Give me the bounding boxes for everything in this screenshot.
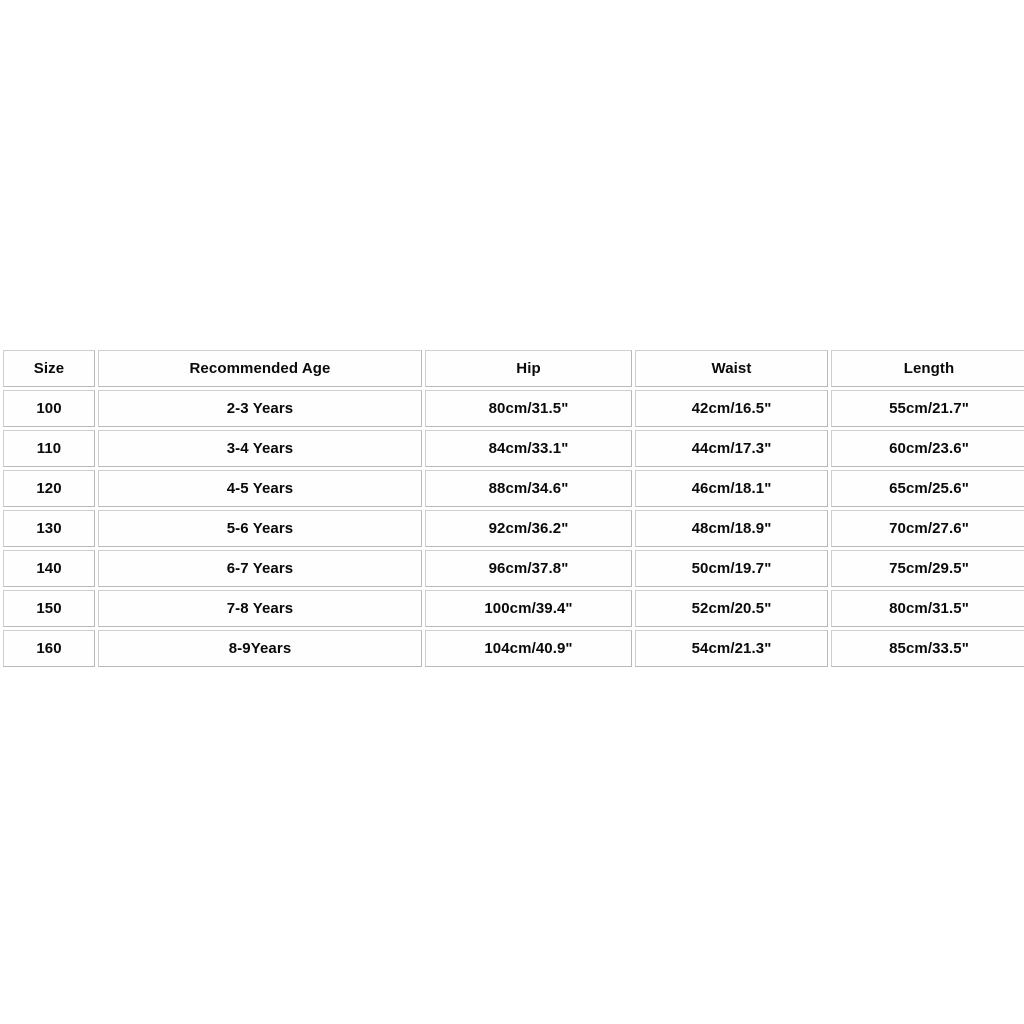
cell-length: 85cm/33.5": [831, 630, 1024, 667]
cell-recommended-age: 3-4 Years: [98, 430, 422, 467]
table-body: 100 2-3 Years 80cm/31.5" 42cm/16.5" 55cm…: [3, 390, 1024, 667]
table-header: Size Recommended Age Hip Waist Length: [3, 350, 1024, 387]
cell-size: 130: [3, 510, 95, 547]
table-row: 130 5-6 Years 92cm/36.2" 48cm/18.9" 70cm…: [3, 510, 1024, 547]
cell-recommended-age: 6-7 Years: [98, 550, 422, 587]
size-chart-container: Size Recommended Age Hip Waist Length 10…: [0, 347, 1024, 670]
cell-size: 100: [3, 390, 95, 427]
table-row: 100 2-3 Years 80cm/31.5" 42cm/16.5" 55cm…: [3, 390, 1024, 427]
cell-hip: 80cm/31.5": [425, 390, 632, 427]
cell-size: 110: [3, 430, 95, 467]
column-header-recommended-age: Recommended Age: [98, 350, 422, 387]
cell-recommended-age: 7-8 Years: [98, 590, 422, 627]
table-row: 160 8-9Years 104cm/40.9" 54cm/21.3" 85cm…: [3, 630, 1024, 667]
table-row: 110 3-4 Years 84cm/33.1" 44cm/17.3" 60cm…: [3, 430, 1024, 467]
page-canvas: Size Recommended Age Hip Waist Length 10…: [0, 0, 1024, 1024]
cell-hip: 84cm/33.1": [425, 430, 632, 467]
table-row: 150 7-8 Years 100cm/39.4" 52cm/20.5" 80c…: [3, 590, 1024, 627]
cell-size: 140: [3, 550, 95, 587]
cell-hip: 96cm/37.8": [425, 550, 632, 587]
cell-hip: 92cm/36.2": [425, 510, 632, 547]
cell-recommended-age: 5-6 Years: [98, 510, 422, 547]
cell-waist: 46cm/18.1": [635, 470, 828, 507]
column-header-hip: Hip: [425, 350, 632, 387]
table-row: 140 6-7 Years 96cm/37.8" 50cm/19.7" 75cm…: [3, 550, 1024, 587]
column-header-waist: Waist: [635, 350, 828, 387]
cell-waist: 52cm/20.5": [635, 590, 828, 627]
cell-hip: 104cm/40.9": [425, 630, 632, 667]
cell-length: 75cm/29.5": [831, 550, 1024, 587]
cell-length: 80cm/31.5": [831, 590, 1024, 627]
cell-length: 55cm/21.7": [831, 390, 1024, 427]
cell-length: 60cm/23.6": [831, 430, 1024, 467]
cell-recommended-age: 4-5 Years: [98, 470, 422, 507]
cell-size: 160: [3, 630, 95, 667]
cell-waist: 50cm/19.7": [635, 550, 828, 587]
cell-hip: 88cm/34.6": [425, 470, 632, 507]
cell-waist: 42cm/16.5": [635, 390, 828, 427]
column-header-size: Size: [3, 350, 95, 387]
cell-waist: 44cm/17.3": [635, 430, 828, 467]
cell-waist: 54cm/21.3": [635, 630, 828, 667]
cell-length: 70cm/27.6": [831, 510, 1024, 547]
cell-size: 150: [3, 590, 95, 627]
cell-hip: 100cm/39.4": [425, 590, 632, 627]
table-header-row: Size Recommended Age Hip Waist Length: [3, 350, 1024, 387]
cell-length: 65cm/25.6": [831, 470, 1024, 507]
table-row: 120 4-5 Years 88cm/34.6" 46cm/18.1" 65cm…: [3, 470, 1024, 507]
size-chart-table: Size Recommended Age Hip Waist Length 10…: [0, 347, 1024, 670]
cell-recommended-age: 8-9Years: [98, 630, 422, 667]
cell-recommended-age: 2-3 Years: [98, 390, 422, 427]
column-header-length: Length: [831, 350, 1024, 387]
cell-size: 120: [3, 470, 95, 507]
cell-waist: 48cm/18.9": [635, 510, 828, 547]
